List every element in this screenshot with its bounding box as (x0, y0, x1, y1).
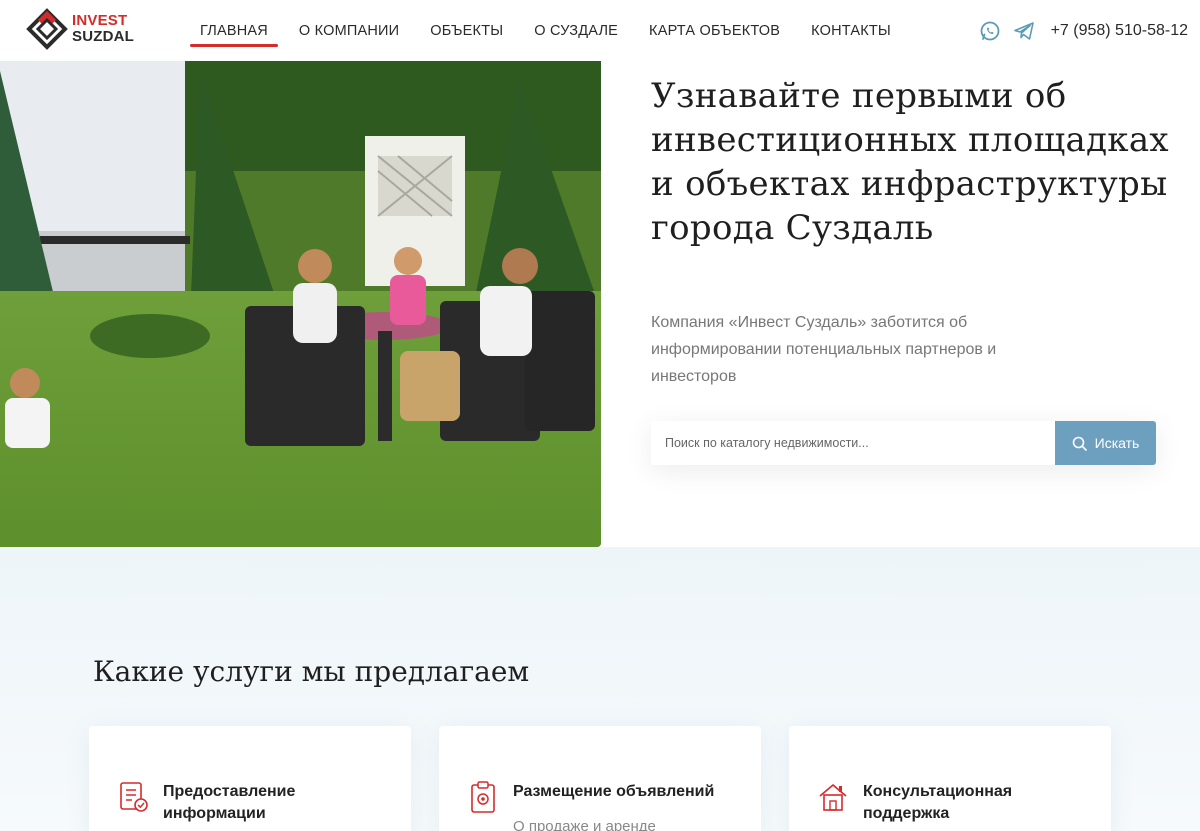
phone-link[interactable]: +7 (958) 510-58-12 (1051, 22, 1188, 40)
hero-photo-illustration (0, 61, 601, 547)
search-button[interactable]: Искать (1055, 421, 1156, 465)
clipboard-settings-icon (471, 781, 495, 813)
services-section: Какие услуги мы предлагаем Предоставлени… (0, 547, 1200, 831)
service-card-desc: О продаже и аренде (513, 818, 656, 831)
document-check-icon (120, 782, 148, 812)
service-card-title: Размещение объявлений (513, 783, 715, 800)
search-icon (1072, 436, 1087, 451)
logo-text: INVEST SUZDAL (72, 13, 134, 45)
hero-subtitle: Компания «Инвест Суздаль» заботится об и… (651, 314, 997, 385)
nav-item-about[interactable]: О КОМПАНИИ (299, 0, 399, 61)
hero-title: Узнавайте первыми об инвестиционных площ… (651, 76, 1169, 248)
house-icon (819, 784, 847, 811)
nav-item-map[interactable]: КАРТА ОБЪЕКТОВ (649, 0, 780, 61)
search-input[interactable] (651, 421, 1055, 465)
logo-line2: SUZDAL (72, 28, 135, 45)
nav-item-objects[interactable]: ОБЪЕКТЫ (430, 0, 503, 61)
service-card-ads[interactable]: Размещение объявлений О продаже и аренде (439, 726, 761, 831)
catalog-search: Искать (651, 421, 1156, 465)
nav-item-contacts[interactable]: КОНТАКТЫ (811, 0, 891, 61)
logo[interactable]: INVEST SUZDAL (26, 8, 134, 50)
search-button-label: Искать (1094, 435, 1140, 451)
logo-line1: INVEST (72, 12, 128, 29)
nav-item-suzdal[interactable]: О СУЗДАЛЕ (534, 0, 618, 61)
services-title: Какие услуги мы предлагаем (93, 655, 530, 688)
service-card-title: Консультационная поддержка (863, 783, 1013, 822)
service-card-title: Предоставление информации (163, 783, 296, 822)
telegram-icon[interactable] (1013, 20, 1035, 42)
site-header: INVEST SUZDAL ГЛАВНАЯ О КОМПАНИИ ОБЪЕКТЫ… (0, 0, 1200, 61)
nav-item-home[interactable]: ГЛАВНАЯ (190, 0, 278, 61)
service-card-consulting[interactable]: Консультационная поддержка (789, 726, 1111, 831)
main-nav: ГЛАВНАЯ О КОМПАНИИ ОБЪЕКТЫ О СУЗДАЛЕ КАР… (190, 0, 922, 61)
hero-content: Узнавайте первыми об инвестиционных площ… (601, 61, 1200, 547)
whatsapp-icon[interactable] (979, 20, 1001, 42)
service-card-info[interactable]: Предоставление информации (89, 726, 411, 831)
header-contacts: +7 (958) 510-58-12 (979, 0, 1188, 61)
hero-photo (0, 61, 601, 547)
logo-diamond-icon (26, 8, 68, 50)
